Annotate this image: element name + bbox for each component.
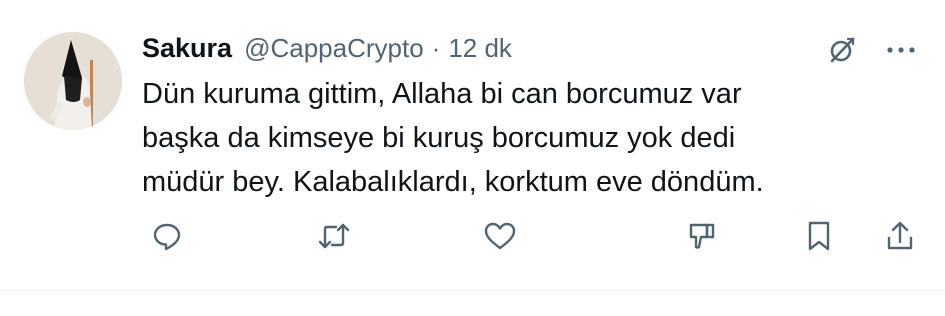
reply-icon — [153, 223, 181, 251]
tweet-divider — [0, 290, 945, 291]
more-options-button[interactable] — [879, 30, 923, 70]
user-handle[interactable]: @CappaCrypto — [244, 33, 424, 64]
retweet-icon — [318, 223, 350, 249]
tweet-text: Dün kuruma gittim, Allaha bi can borcumu… — [142, 72, 922, 204]
tweet-text-line: müdür bey. Kalabalıklardı, korktum eve d… — [142, 166, 764, 198]
like-button[interactable] — [478, 214, 522, 258]
tweet-text-line: başka da kimseye bi kuruş borcumuz yok d… — [142, 122, 736, 154]
grok-button[interactable] — [822, 30, 862, 70]
share-icon — [887, 221, 913, 250]
downvote-icon — [689, 223, 715, 249]
grok-icon — [830, 37, 855, 63]
retweet-button[interactable] — [312, 214, 356, 258]
avatar-image — [24, 32, 122, 130]
tweet-timestamp[interactable]: 12 dk — [448, 33, 512, 64]
like-icon — [484, 222, 516, 250]
downvote-button[interactable] — [679, 214, 723, 258]
tweet-text-line: Dün kuruma gittim, Allaha bi can borcumu… — [142, 78, 742, 110]
share-button[interactable] — [878, 214, 922, 258]
tweet-actions — [0, 214, 945, 258]
display-name[interactable]: Sakura — [142, 33, 232, 64]
bookmark-icon — [808, 221, 830, 251]
tweet-header: Sakura @CappaCrypto · 12 dk — [142, 28, 512, 68]
avatar[interactable] — [24, 32, 122, 130]
reply-button[interactable] — [145, 214, 189, 258]
tweet[interactable]: Sakura @CappaCrypto · 12 dk Dün kuruma g… — [0, 0, 945, 290]
bookmark-button[interactable] — [797, 214, 841, 258]
more-icon — [887, 47, 915, 53]
separator-dot: · — [431, 32, 441, 63]
